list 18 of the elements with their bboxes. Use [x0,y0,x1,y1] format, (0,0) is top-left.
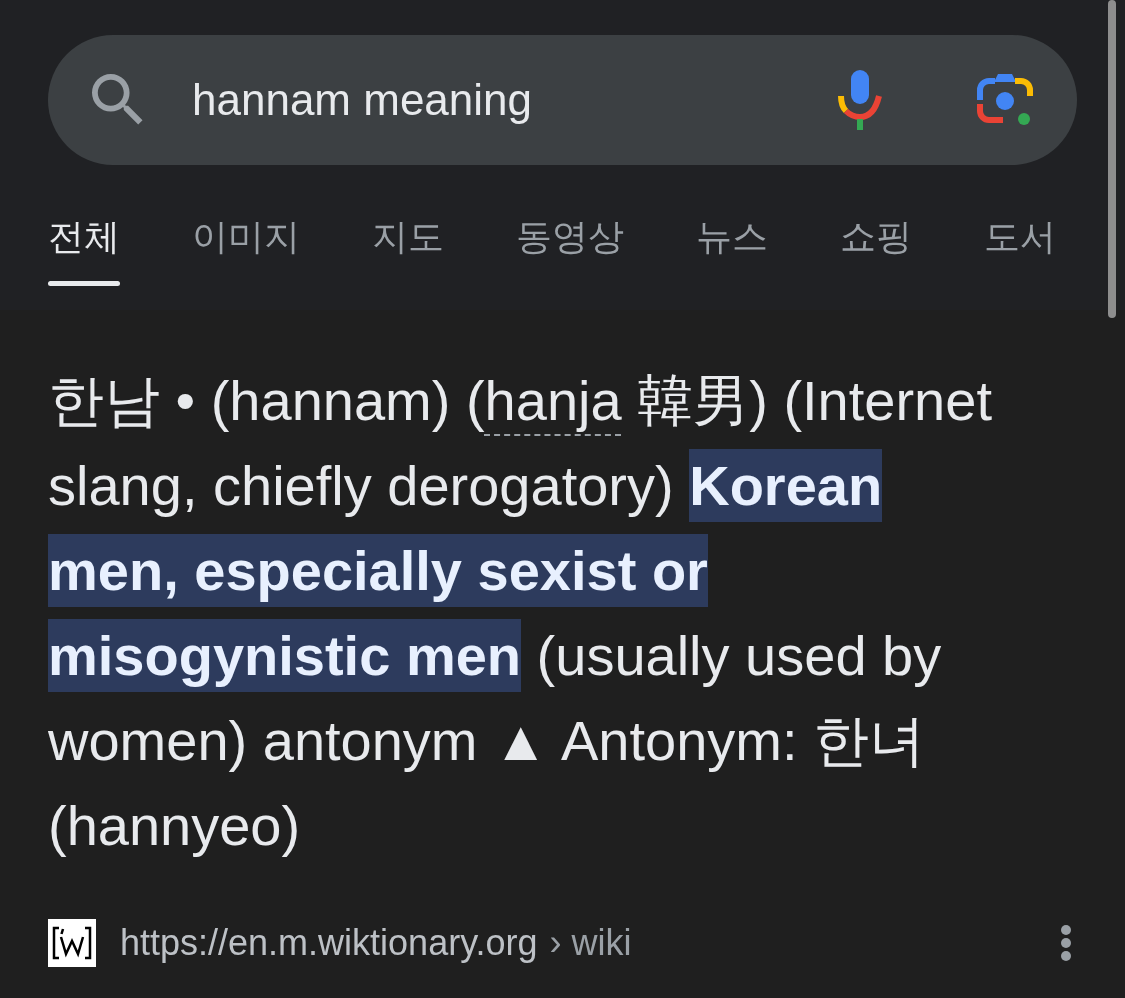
search-bar[interactable]: hannam meaning [48,35,1077,165]
microphone-icon[interactable] [838,70,882,130]
hanja-abbreviation-link[interactable]: hanja [484,369,622,432]
search-tab[interactable]: 도서 [984,215,1056,286]
source-path: › wiki [549,921,632,965]
wiki-logo-icon [48,919,96,967]
camera-search-icon[interactable] [977,72,1033,128]
search-tab[interactable]: 이미지 [192,215,300,286]
definition-text: 한남 • (hannam) (hanja 韓男) (Internet slang, chiefly derogatory) Korean men, especially sexist or misogynistic men (usually used by women) antonym ▲ Antonym: 한녀 (hannyeo) [48,368,993,859]
search-tab[interactable]: 뉴스 [696,215,768,286]
search-query: hannam meaning [192,74,533,126]
search-tab[interactable]: 전체 [48,215,120,286]
source-url[interactable]: https://en.m.wiktionary.org [120,921,538,965]
search-tab[interactable]: 동영상 [516,215,624,286]
search-tab[interactable]: 지도 [372,215,444,286]
search-icon [92,74,144,126]
more-options-icon[interactable] [1060,924,1072,962]
search-tab[interactable]: 쇼핑 [840,215,912,286]
